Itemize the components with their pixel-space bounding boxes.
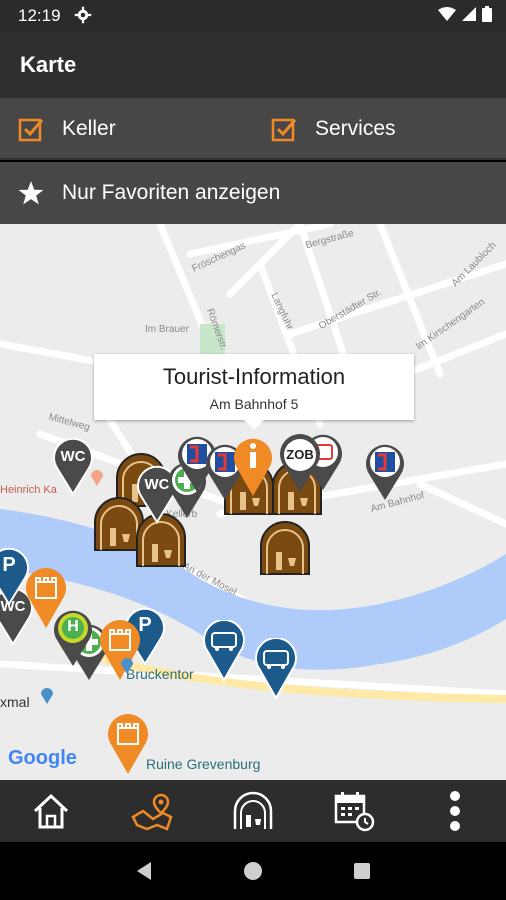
castle-marker[interactable] [24, 568, 68, 630]
cellar-marker[interactable] [258, 520, 312, 576]
place-pin-icon [41, 688, 53, 704]
cellar-icon [233, 791, 273, 829]
filter-services-label: Services [315, 117, 396, 140]
app-bar: Karte [0, 32, 506, 98]
map-view[interactable]: Bergstraße Fröschengas Im Brauer Langfuh… [0, 224, 506, 780]
checkbox-checked-icon[interactable] [18, 116, 44, 142]
system-navigation [0, 842, 506, 900]
more-icon [450, 791, 461, 831]
battery-icon [482, 6, 492, 27]
checkbox-checked-icon[interactable] [271, 116, 297, 142]
filter-services[interactable]: Services [271, 98, 396, 160]
filter-keller-label: Keller [62, 117, 116, 140]
home-icon [33, 793, 68, 829]
star-icon [18, 181, 44, 205]
bus-station-label: ZOB [286, 447, 314, 462]
nav-home[interactable] [21, 783, 81, 839]
castle-marker[interactable] [106, 714, 150, 776]
place-label: xmal [0, 694, 30, 710]
atm-marker[interactable] [364, 442, 406, 502]
street-label: Im Brauer [145, 324, 189, 335]
status-time: 12:19 [18, 6, 61, 25]
back-icon[interactable] [135, 861, 153, 881]
bus-marker[interactable] [254, 638, 298, 700]
wc-marker-label: WC [60, 448, 86, 465]
signal-icon [462, 7, 476, 26]
popup-subtitle: Am Bahnhof 5 [209, 396, 299, 412]
map-icon [131, 793, 173, 831]
info-popup[interactable]: Tourist-Information Am Bahnhof 5 [94, 354, 414, 430]
nav-more[interactable] [425, 783, 485, 839]
page-title: Karte [20, 52, 77, 77]
calendar-icon [334, 792, 375, 832]
home-circle-icon[interactable] [243, 861, 263, 881]
nav-map[interactable] [122, 783, 182, 839]
filter-row: Keller Services [0, 98, 506, 160]
status-bar: 12:19 [0, 0, 506, 32]
google-logo: Google [8, 747, 77, 769]
bus-station-marker[interactable]: ZOB [278, 434, 322, 499]
filter-keller[interactable]: Keller [18, 98, 116, 160]
favorites-label: Nur Favoriten anzeigen [62, 181, 281, 204]
favorites-toggle[interactable]: Nur Favoriten anzeigen [0, 162, 506, 224]
recents-icon[interactable] [353, 862, 371, 880]
popup-title: Tourist-Information [162, 364, 346, 389]
bottom-navigation [0, 780, 506, 842]
bus-marker[interactable] [202, 620, 246, 682]
place-pin-icon [121, 658, 133, 674]
nav-events[interactable] [324, 783, 384, 839]
street-label: Heinrich Ka [0, 484, 57, 496]
settings-gear-icon [74, 6, 92, 29]
wc-marker[interactable]: WC [52, 436, 94, 501]
wifi-icon [438, 7, 456, 26]
tourist-info-marker[interactable] [232, 436, 274, 498]
place-pin-icon [91, 470, 103, 486]
nav-cellars[interactable] [223, 783, 283, 839]
place-label: Ruine Grevenburg [146, 756, 261, 772]
